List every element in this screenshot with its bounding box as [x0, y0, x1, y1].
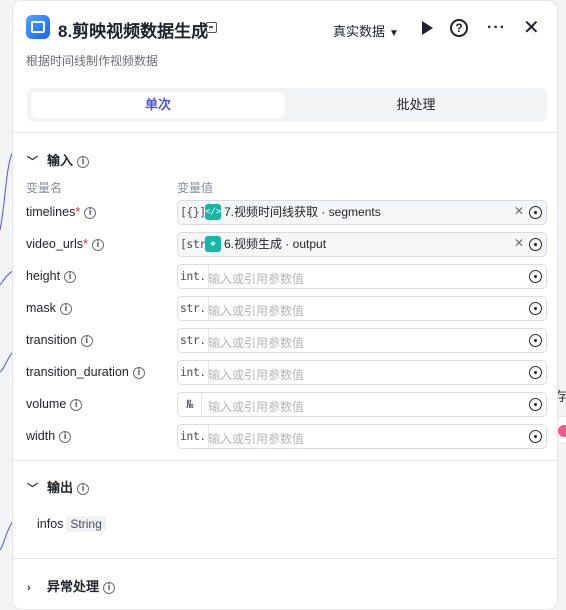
output-section-header[interactable]: ﹀ 输出 i: [27, 477, 90, 496]
reference-chip[interactable]: ◈ 6.视频生成 · output: [205, 236, 326, 253]
caret-down-icon: ▼: [389, 28, 399, 39]
node-config-panel: 8.剪映视频数据生成 根据时间线制作视频数据 真实数据 ▼ ? ··· ✕ 单次 …: [12, 0, 558, 610]
tab-batch[interactable]: 批处理: [289, 92, 543, 118]
info-icon[interactable]: i: [91, 238, 104, 251]
reference-picker-icon[interactable]: [529, 430, 542, 443]
value-placeholder: 输入或引用参数值: [208, 336, 305, 350]
tab-single[interactable]: 单次: [31, 92, 285, 118]
reference-picker-icon[interactable]: [529, 366, 542, 379]
variable-name: mask i: [26, 301, 72, 315]
info-icon[interactable]: i: [59, 430, 72, 443]
reference-picker-icon[interactable]: [529, 302, 542, 315]
input-row-height: height i int. 输入或引用参数值: [13, 264, 557, 290]
variable-value-field[interactable]: int. 输入或引用参数值: [177, 360, 547, 385]
variable-name: transition i: [26, 333, 93, 347]
avatar-icon: [558, 425, 566, 437]
plugin-logo-icon: [26, 15, 50, 39]
output-variable-type: String: [66, 516, 106, 532]
variable-name: volume i: [26, 397, 83, 411]
variable-name: video_urls* i: [26, 237, 104, 251]
info-icon[interactable]: i: [59, 302, 72, 315]
variable-name: height i: [26, 269, 77, 283]
variable-value-field[interactable]: № 输入或引用参数值: [177, 392, 547, 417]
clear-icon[interactable]: ✕: [514, 204, 524, 218]
reference-picker-icon[interactable]: [529, 206, 542, 219]
variable-value-field[interactable]: int. 输入或引用参数值: [177, 264, 547, 289]
chevron-down-icon: ﹀: [27, 156, 38, 168]
output-variable-name: infos: [37, 517, 64, 531]
info-icon[interactable]: i: [132, 366, 145, 379]
column-header-value: 变量值: [177, 181, 214, 195]
input-row-timelines: timelines* i [{}] </> 7.视频时间线获取 · segments…: [13, 200, 557, 226]
type-tag: str.: [178, 329, 209, 352]
input-section-title: 输入: [47, 153, 74, 168]
play-icon[interactable]: [416, 17, 438, 39]
more-icon[interactable]: ···: [487, 17, 509, 39]
variable-name: timelines* i: [26, 205, 97, 219]
info-icon[interactable]: i: [70, 398, 83, 411]
type-tag: int.: [178, 361, 209, 384]
type-tag: №: [178, 393, 202, 416]
help-icon[interactable]: ?: [450, 19, 468, 37]
divider: [13, 460, 557, 461]
input-row-video-urls: video_urls* i [str] ◈ 6.视频生成 · output ✕: [13, 232, 557, 258]
value-placeholder: 输入或引用参数值: [208, 272, 305, 286]
error-handling-section-header[interactable]: › 异常处理 i: [27, 576, 116, 595]
info-icon[interactable]: i: [103, 581, 116, 594]
reference-picker-icon[interactable]: [529, 238, 542, 251]
divider: [13, 132, 557, 133]
divider: [13, 558, 557, 559]
variable-value-field[interactable]: [str] ◈ 6.视频生成 · output ✕: [177, 232, 547, 257]
input-row-transition-duration: transition_duration i int. 输入或引用参数值: [13, 360, 557, 386]
value-placeholder: 输入或引用参数值: [208, 368, 305, 382]
input-row-width: width i int. 输入或引用参数值: [13, 424, 557, 450]
chevron-right-icon: ›: [27, 582, 31, 594]
info-icon[interactable]: i: [77, 482, 90, 495]
node-title[interactable]: 8.剪映视频数据生成: [58, 17, 208, 42]
data-mode-dropdown[interactable]: 真实数据 ▼: [333, 21, 399, 40]
node-description: 根据时间线制作视频数据: [26, 54, 159, 68]
code-icon: </>: [205, 204, 221, 220]
output-section-title: 输出: [47, 480, 74, 495]
info-icon[interactable]: i: [80, 334, 93, 347]
type-tag: str.: [178, 297, 209, 320]
chevron-down-icon: ﹀: [27, 483, 38, 495]
error-section-title: 异常处理: [47, 579, 100, 594]
input-section-header[interactable]: ﹀ 输入 i: [27, 150, 90, 169]
layers-icon: ◈: [205, 236, 221, 252]
variable-name: width i: [26, 429, 72, 443]
value-placeholder: 输入或引用参数值: [208, 432, 305, 446]
type-tag: int.: [178, 425, 209, 448]
clear-icon[interactable]: ✕: [514, 236, 524, 250]
reference-picker-icon[interactable]: [529, 398, 542, 411]
reference-picker-icon[interactable]: [529, 334, 542, 347]
variable-value-field[interactable]: str. 输入或引用参数值: [177, 296, 547, 321]
variable-value-field[interactable]: str. 输入或引用参数值: [177, 328, 547, 353]
variable-name: transition_duration i: [26, 365, 145, 379]
input-row-mask: mask i str. 输入或引用参数值: [13, 296, 557, 322]
value-placeholder: 输入或引用参数值: [208, 304, 305, 318]
reference-chip[interactable]: </> 7.视频时间线获取 · segments: [205, 204, 381, 221]
value-placeholder: 输入或引用参数值: [208, 400, 305, 414]
column-header-name: 变量名: [26, 181, 63, 195]
input-row-transition: transition i str. 输入或引用参数值: [13, 328, 557, 354]
variable-value-field[interactable]: int. 输入或引用参数值: [177, 424, 547, 449]
info-icon[interactable]: i: [84, 206, 97, 219]
input-row-volume: volume i № 输入或引用参数值: [13, 392, 557, 418]
reference-picker-icon[interactable]: [529, 270, 542, 283]
info-icon[interactable]: i: [77, 155, 90, 168]
panel-header: 8.剪映视频数据生成 根据时间线制作视频数据 真实数据 ▼ ? ··· ✕: [13, 1, 557, 81]
close-icon[interactable]: ✕: [523, 17, 545, 39]
save-node-icon[interactable]: [206, 22, 217, 33]
info-icon[interactable]: i: [64, 270, 77, 283]
type-tag: int.: [178, 265, 209, 288]
data-mode-label: 真实数据: [333, 24, 386, 39]
output-variable: infos String: [37, 516, 106, 532]
variable-value-field[interactable]: [{}] </> 7.视频时间线获取 · segments ✕: [177, 200, 547, 225]
run-mode-tabs: 单次 批处理: [27, 88, 547, 122]
